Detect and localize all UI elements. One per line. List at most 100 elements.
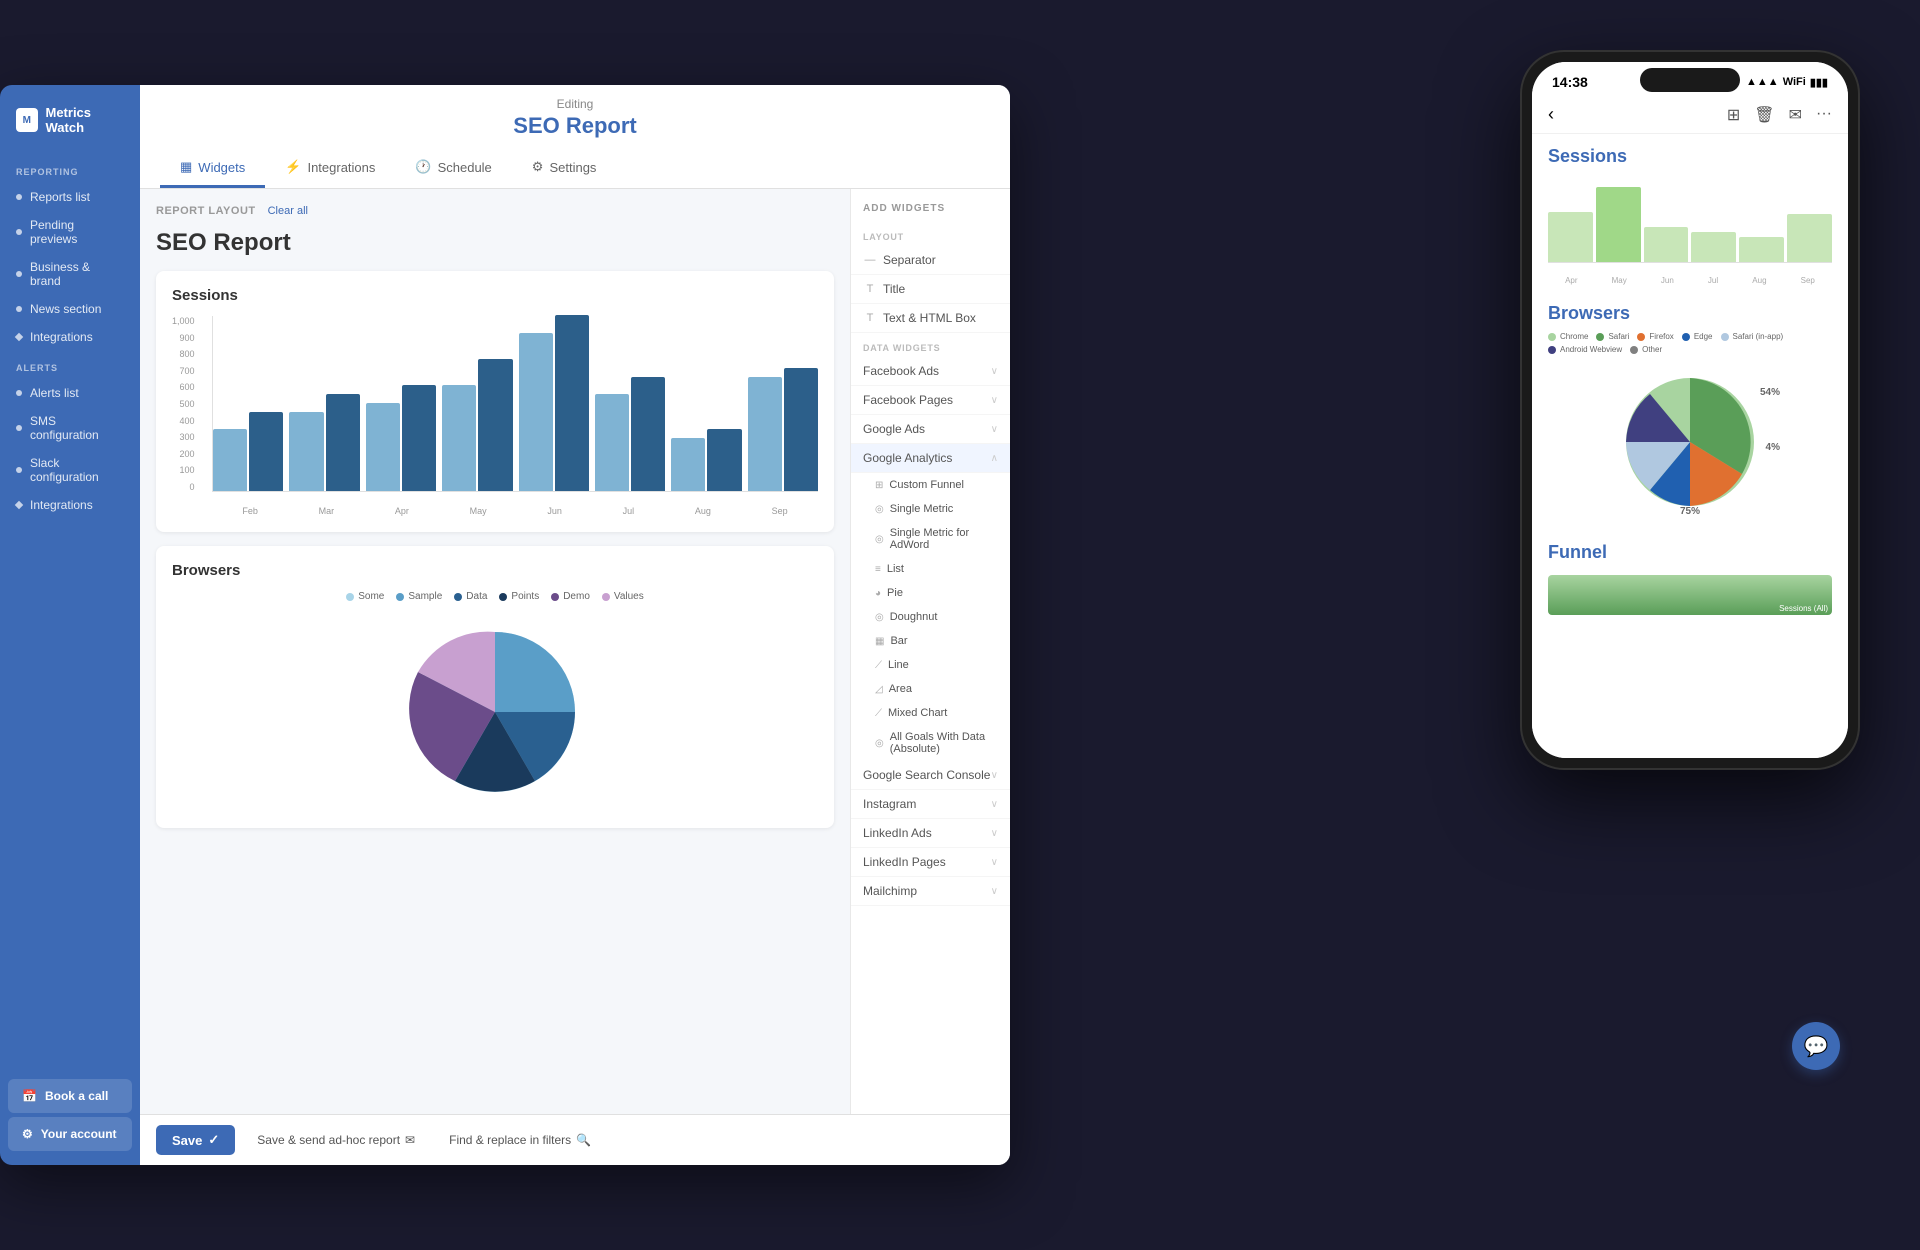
phone-pie-chart-svg: [1610, 362, 1770, 522]
bar-dark: [784, 368, 818, 491]
report-title: SEO Report: [160, 113, 990, 139]
phone-bar: [1739, 237, 1784, 262]
panel-sub-item-list[interactable]: ≡ List: [851, 557, 1010, 581]
chat-bubble[interactable]: 💬: [1792, 1022, 1840, 1070]
chevron-up-icon: ∧: [991, 453, 998, 464]
legend-label: Some: [358, 591, 384, 602]
legend-label: Firefox: [1649, 332, 1673, 341]
plug-icon: ⚡: [285, 159, 301, 175]
chevron-down-icon: ∨: [991, 799, 998, 810]
add-icon[interactable]: ⊞: [1727, 105, 1740, 125]
panel-sub-item-single-metric-adword[interactable]: ◎ Single Metric for AdWord: [851, 521, 1010, 557]
sidebar-item-reports-list[interactable]: Reports list: [0, 183, 140, 211]
tab-label: Schedule: [438, 160, 492, 175]
y-label: 0: [190, 482, 195, 492]
panel-sub-item-area[interactable]: ◿ Area: [851, 677, 1010, 701]
tab-widgets[interactable]: ▦ Widgets: [160, 149, 265, 188]
panel-item-instagram[interactable]: Instagram ∨: [851, 790, 1010, 819]
sub-item-label: List: [887, 563, 904, 575]
your-account-button[interactable]: ⚙ Your account: [8, 1117, 132, 1151]
bar-dark: [478, 359, 512, 491]
save-send-button[interactable]: Save & send ad-hoc report ✉: [245, 1126, 427, 1154]
panel-item-label: Google Ads: [863, 422, 925, 436]
phone-bar: [1596, 187, 1641, 262]
report-layout: REPORT LAYOUT Clear all SEO Report Sessi…: [140, 189, 850, 1114]
legend-item: Android Webview: [1548, 345, 1622, 354]
metric-adword-icon: ◎: [875, 534, 884, 545]
bar-group: [289, 394, 359, 491]
sidebar-item-news-section[interactable]: News section: [0, 295, 140, 323]
legend-label: Safari (in-app): [1733, 332, 1784, 341]
panel-item-linkedin-pages[interactable]: LinkedIn Pages ∨: [851, 848, 1010, 877]
panel-item-facebook-ads[interactable]: Facebook Ads ∨: [851, 357, 1010, 386]
bar: [442, 385, 476, 491]
x-label: Mar: [319, 506, 335, 516]
legend-label: Demo: [563, 591, 590, 602]
x-label: Jun: [547, 506, 562, 516]
sidebar-item-slack-config[interactable]: Slack configuration: [0, 449, 140, 491]
panel-sub-item-custom-funnel[interactable]: ⊞ Custom Funnel: [851, 473, 1010, 497]
tab-schedule[interactable]: 🕐 Schedule: [395, 149, 511, 188]
sidebar-item-integrations-reporting[interactable]: Integrations: [0, 323, 140, 351]
book-call-button[interactable]: 📅 Book a call: [8, 1079, 132, 1113]
legend-label: Values: [614, 591, 644, 602]
panel-item-label: Facebook Pages: [863, 393, 953, 407]
more-icon[interactable]: ···: [1816, 105, 1832, 125]
bar-dark: [707, 429, 741, 491]
save-button[interactable]: Save ✓: [156, 1125, 235, 1155]
sidebar-item-pending-previews[interactable]: Pending previews: [0, 211, 140, 253]
check-icon: ✓: [208, 1132, 219, 1148]
sidebar-item-label: Slack configuration: [30, 456, 124, 484]
diamond-icon: [15, 501, 23, 509]
sidebar-item-alerts-list[interactable]: Alerts list: [0, 379, 140, 407]
pie-chart-svg: [375, 612, 615, 812]
tab-settings[interactable]: ⚙ Settings: [512, 149, 617, 188]
chat-icon: 💬: [1804, 1034, 1829, 1059]
panel-item-text-html[interactable]: T Text & HTML Box: [851, 304, 1010, 333]
bar: [213, 429, 247, 491]
panel-sub-item-line[interactable]: ⟋ Line: [851, 653, 1010, 677]
panel-item-inner: LinkedIn Ads: [863, 826, 932, 840]
panel-item-facebook-pages[interactable]: Facebook Pages ∨: [851, 386, 1010, 415]
panel-sub-item-bar[interactable]: ▦ Bar: [851, 629, 1010, 653]
phone-bar: [1548, 212, 1593, 262]
tab-integrations[interactable]: ⚡ Integrations: [265, 149, 395, 188]
panel-item-mailchimp[interactable]: Mailchimp ∨: [851, 877, 1010, 906]
clear-all-link[interactable]: Clear all: [268, 205, 308, 217]
main-content: Editing SEO Report ▦ Widgets ⚡ Integrati…: [140, 85, 1010, 1165]
bar-group: [519, 315, 589, 491]
sidebar-item-business-brand[interactable]: Business & brand: [0, 253, 140, 295]
phone-notch: [1640, 68, 1740, 92]
panel-item-title[interactable]: T Title: [851, 275, 1010, 304]
account-icon: ⚙: [22, 1127, 33, 1141]
sidebar-item-sms-config[interactable]: SMS configuration: [0, 407, 140, 449]
panel-item-google-search-console[interactable]: Google Search Console ∨: [851, 761, 1010, 790]
dot-icon: [16, 425, 22, 431]
panel-sub-item-pie[interactable]: ◕ Pie: [851, 581, 1010, 605]
browsers-title: Browsers: [172, 562, 818, 579]
email-icon: ✉: [405, 1133, 415, 1147]
panel-item-google-analytics[interactable]: Google Analytics ∧: [851, 444, 1010, 473]
legend-color: [454, 593, 462, 601]
mail-icon[interactable]: ✉: [1789, 105, 1802, 125]
chevron-down-icon: ∨: [991, 857, 998, 868]
panel-sub-item-all-goals[interactable]: ◎ All Goals With Data (Absolute): [851, 725, 1010, 761]
panel-sub-item-single-metric[interactable]: ◎ Single Metric: [851, 497, 1010, 521]
legend-item: Other: [1630, 345, 1662, 354]
panel-item-separator[interactable]: — Separator: [851, 246, 1010, 275]
find-replace-button[interactable]: Find & replace in filters 🔍: [437, 1126, 603, 1154]
back-icon[interactable]: ‹: [1548, 104, 1554, 125]
panel-sub-item-doughnut[interactable]: ◎ Doughnut: [851, 605, 1010, 629]
legend-item: Safari: [1596, 332, 1629, 341]
legend-label: Sample: [408, 591, 442, 602]
panel-sub-item-mixed-chart[interactable]: ⟋ Mixed Chart: [851, 701, 1010, 725]
panel-item-linkedin-ads[interactable]: LinkedIn Ads ∨: [851, 819, 1010, 848]
panel-item-google-ads[interactable]: Google Ads ∨: [851, 415, 1010, 444]
panel-item-inner: Mailchimp: [863, 884, 917, 898]
chevron-down-icon: ∨: [991, 366, 998, 377]
dot-icon: [16, 194, 22, 200]
trash-icon[interactable]: 🗑: [1754, 105, 1774, 125]
sidebar-item-integrations-alerts[interactable]: Integrations: [0, 491, 140, 519]
phone-x-label: Aug: [1752, 276, 1766, 285]
clock-icon: 🕐: [415, 159, 431, 175]
